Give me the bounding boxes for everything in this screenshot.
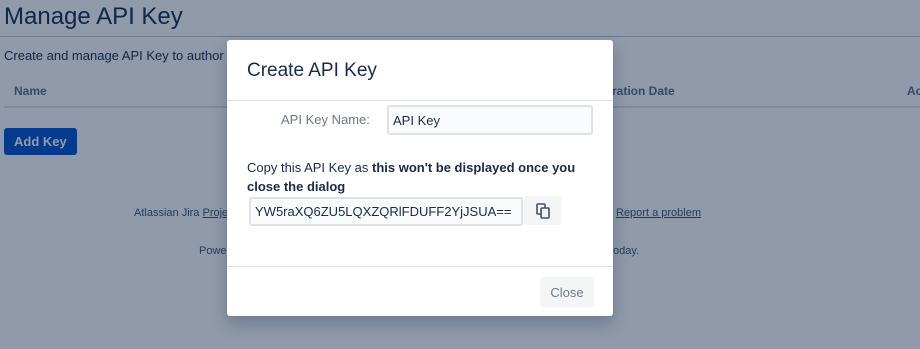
copy-warning-plain: Copy this API Key as [247,160,373,175]
copy-warning-text: Copy this API Key as this won't be displ… [247,158,597,196]
close-button[interactable]: Close [540,277,594,307]
page: Manage API Key Create and manage API Key… [0,0,920,349]
copy-api-key-button[interactable] [524,196,561,225]
copy-icon [535,202,550,219]
api-key-value-field[interactable] [249,197,523,226]
dialog-header: Create API Key [227,40,613,101]
dialog-footer-divider [227,266,613,267]
dialog-title: Create API Key [247,60,377,81]
create-api-key-dialog: Create API Key API Key Name: Copy this A… [227,40,613,316]
api-key-name-label: API Key Name: [281,112,370,127]
api-key-name-input[interactable] [387,105,593,135]
